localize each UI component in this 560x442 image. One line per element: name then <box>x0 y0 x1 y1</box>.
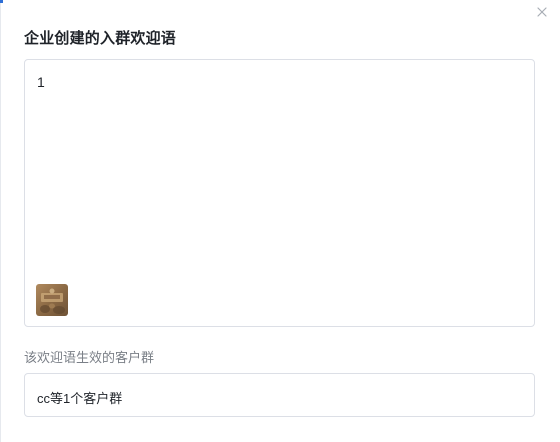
customer-groups-value: cc等1个客户群 <box>37 391 123 406</box>
welcome-message-text[interactable]: 1 <box>37 74 45 90</box>
welcome-message-editor[interactable]: 1 <box>24 59 535 327</box>
image-thumbnail-icon <box>36 284 68 316</box>
dialog-title: 企业创建的入群欢迎语 <box>24 30 177 47</box>
close-button[interactable] <box>534 4 550 20</box>
effective-groups-label: 该欢迎语生效的客户群 <box>24 350 155 365</box>
close-icon <box>537 7 547 17</box>
customer-groups-field[interactable]: cc等1个客户群 <box>24 373 535 417</box>
welcome-message-dialog: 企业创建的入群欢迎语 1 该欢迎语生效的客户群 cc等1个客户群 <box>0 0 560 442</box>
image-attachment-thumbnail[interactable] <box>36 284 68 316</box>
